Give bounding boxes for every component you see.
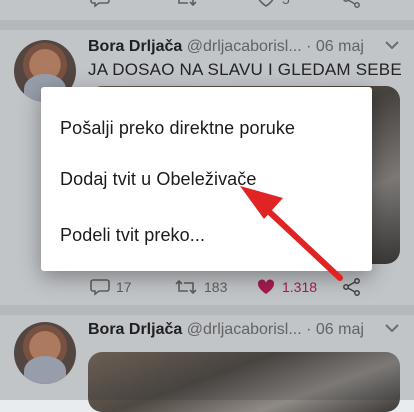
menu-item-send-direct-message[interactable]: Pošalji preko direktne poruke [60, 118, 295, 139]
menu-item-share-via[interactable]: Podeli tvit preko... [60, 225, 205, 246]
share-menu-dialog: Pošalji preko direktne poruke Dodaj tvit… [41, 87, 372, 271]
menu-item-add-bookmark[interactable]: Dodaj tvit u Obeleživače [60, 169, 257, 190]
